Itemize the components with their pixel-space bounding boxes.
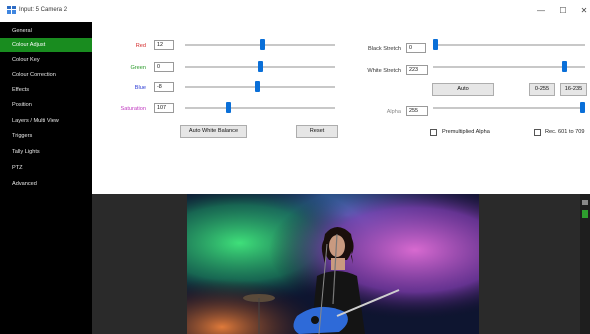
saturation-slider-thumb[interactable]	[225, 102, 231, 113]
title-bar: Input: 5 Camera 2 — ☐ ✕	[0, 0, 590, 22]
blue-slider-track[interactable]	[185, 86, 335, 88]
alpha-value-field[interactable]: 255	[406, 106, 428, 116]
saturation-label: Saturation	[120, 106, 147, 112]
blue-slider-thumb[interactable]	[254, 81, 260, 92]
red-value-field[interactable]: 12	[154, 40, 174, 50]
black-stretch-slider-track[interactable]	[433, 44, 585, 46]
green-slider-thumb[interactable]	[257, 61, 263, 72]
sidebar-item-position[interactable]: Position	[0, 98, 92, 112]
reset-button[interactable]: Reset	[296, 125, 338, 138]
concert-performer-image	[187, 194, 479, 334]
sidebar-item-ptz[interactable]: PTZ	[0, 161, 92, 175]
maximize-button[interactable]: ☐	[557, 6, 569, 16]
app-icon	[7, 6, 16, 14]
rec-601-to-709-label: Rec. 601 to 709	[545, 129, 585, 135]
scroll-up-arrow-icon[interactable]	[582, 200, 588, 205]
close-button[interactable]: ✕	[578, 6, 590, 16]
minimize-button[interactable]: —	[535, 6, 547, 16]
green-value-field[interactable]: 0	[154, 62, 174, 72]
premultiplied-alpha-label: Premultiplied Alpha	[442, 129, 490, 135]
black-stretch-value-field[interactable]: 0	[406, 43, 426, 53]
window-title: Input: 5 Camera 2	[19, 7, 68, 13]
sidebar-item-advanced[interactable]: Advanced	[0, 177, 92, 191]
audio-meter-icon	[582, 210, 588, 218]
black-stretch-label: Black Stretch	[368, 46, 401, 52]
saturation-slider-track[interactable]	[185, 107, 335, 109]
blue-value-field[interactable]: -8	[154, 82, 174, 92]
white-stretch-label: White Stretch	[367, 68, 401, 74]
sidebar-item-colour-adjust[interactable]: Colour Adjust	[0, 38, 92, 52]
sidebar: General Colour Adjust Colour Key Colour …	[0, 22, 92, 334]
alpha-slider-track[interactable]	[433, 107, 585, 109]
black-stretch-slider-thumb[interactable]	[433, 39, 438, 50]
red-label: Red	[135, 43, 146, 49]
sidebar-item-effects[interactable]: Effects	[0, 83, 92, 97]
alpha-label: Alpha	[386, 109, 401, 115]
sidebar-item-tally-lights[interactable]: Tally Lights	[0, 145, 92, 159]
sidebar-item-triggers[interactable]: Triggers	[0, 129, 92, 143]
range-16-235-button[interactable]: 16-235	[560, 83, 587, 96]
alpha-slider-thumb[interactable]	[580, 102, 585, 113]
white-stretch-value-field[interactable]: 223	[406, 65, 428, 75]
green-label: Green	[130, 65, 146, 71]
sidebar-item-layers-multi-view[interactable]: Layers / Multi View	[0, 114, 92, 128]
rec-601-to-709-checkbox[interactable]	[534, 129, 541, 136]
range-0-255-button[interactable]: 0-255	[529, 83, 555, 96]
premultiplied-alpha-checkbox[interactable]	[430, 129, 437, 136]
saturation-value-field[interactable]: 107	[154, 103, 174, 113]
red-slider-thumb[interactable]	[260, 39, 266, 50]
blue-label: Blue	[134, 85, 146, 91]
auto-levels-button[interactable]: Auto	[432, 83, 494, 96]
auto-white-balance-button[interactable]: Auto White Balance	[180, 125, 247, 138]
sidebar-item-colour-correction[interactable]: Colour Correction	[0, 68, 92, 82]
sidebar-item-general[interactable]: General	[0, 24, 92, 38]
sidebar-item-colour-key[interactable]: Colour Key	[0, 53, 92, 67]
white-stretch-slider-thumb[interactable]	[562, 61, 568, 72]
